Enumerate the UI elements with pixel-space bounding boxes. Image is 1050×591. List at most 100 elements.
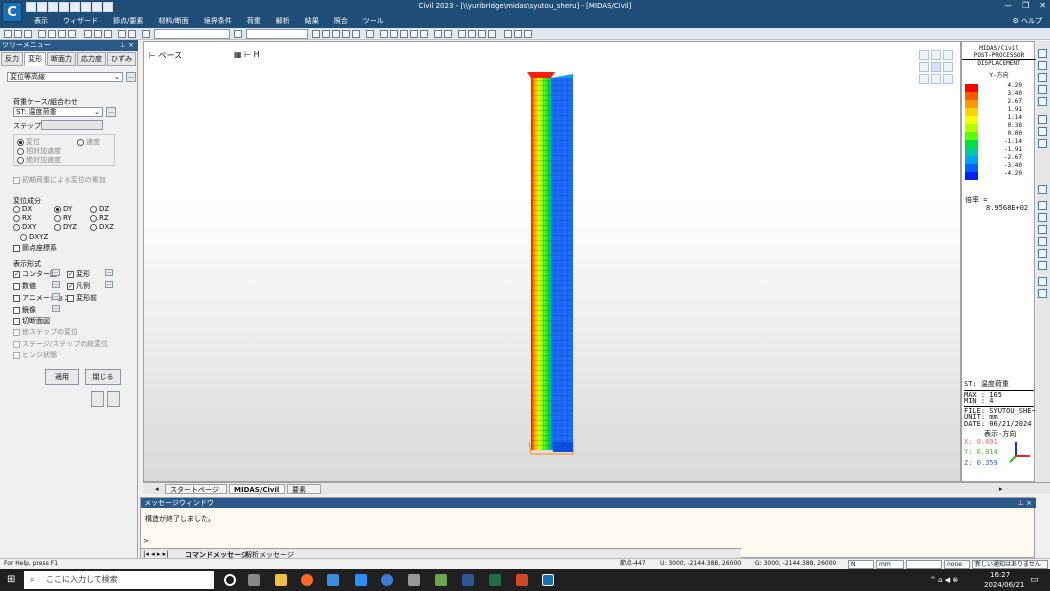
message-nav-icon[interactable]: |◂ ◂ ▸ ▸| [143, 550, 168, 558]
perspective-icon[interactable] [468, 30, 476, 38]
close-panel-button[interactable]: 閉じる [85, 369, 121, 385]
view-front-icon[interactable] [380, 30, 388, 38]
node-number-icon[interactable] [322, 30, 330, 38]
radio-dyz[interactable]: DYZ [54, 223, 77, 231]
cutting-plane-checkbox[interactable]: 切断面図 [13, 316, 50, 326]
menu-view[interactable]: 表示 [34, 16, 48, 26]
table-icon[interactable] [1038, 185, 1047, 194]
radio-ry[interactable]: RY [54, 214, 72, 222]
tab-forces[interactable]: 断面力 [47, 52, 76, 66]
cortana-icon[interactable] [224, 574, 236, 586]
menu-node-element[interactable]: 節点/要素 [113, 16, 143, 26]
menu-load[interactable]: 荷重 [247, 16, 261, 26]
pan-icon[interactable] [1038, 97, 1047, 106]
lock-view-icon[interactable] [514, 30, 522, 38]
midas-logo-icon[interactable]: C [2, 2, 22, 22]
shrink-icon[interactable] [352, 30, 360, 38]
view-cube-face[interactable] [943, 74, 953, 84]
app-icon[interactable] [408, 574, 420, 586]
view-cube-face[interactable] [919, 50, 929, 60]
menu-wizard[interactable]: ウィザード [63, 16, 98, 26]
windows-start-icon[interactable]: ⊞ [7, 574, 15, 585]
firefox-icon[interactable] [301, 574, 313, 586]
menu-results[interactable]: 結果 [305, 16, 319, 26]
filter-select[interactable]: none [944, 560, 970, 569]
arrow-right-icon[interactable] [342, 30, 350, 38]
camera-icon[interactable] [488, 30, 496, 38]
chrome-icon[interactable] [381, 574, 393, 586]
midas-civil-taskbar-icon[interactable] [542, 574, 554, 586]
help-menu[interactable]: ⚙ ヘルプ [1012, 16, 1042, 26]
select-all-icon[interactable] [48, 30, 56, 38]
hidden-icon[interactable] [366, 30, 374, 38]
view-cube-face[interactable] [919, 74, 929, 84]
zoom-app-icon[interactable] [355, 574, 367, 586]
layer-icon[interactable] [1038, 213, 1047, 222]
legend-checkbox[interactable]: ✓ 凡例 [67, 281, 90, 291]
print-table-icon[interactable] [107, 391, 120, 407]
boundary-icon[interactable] [1038, 261, 1047, 270]
zoom-out-icon[interactable] [1038, 61, 1047, 70]
contour-options-button[interactable]: … [52, 269, 60, 276]
file-explorer-icon[interactable] [275, 574, 287, 586]
inactivate-icon[interactable] [94, 30, 102, 38]
group-combo[interactable] [246, 29, 308, 39]
force-unit-select[interactable]: N [848, 560, 874, 569]
menu-boundary[interactable]: 境界条件 [204, 16, 232, 26]
view-cube-face[interactable] [931, 74, 941, 84]
undeformed-checkbox[interactable]: 変形前 [67, 293, 97, 303]
radio-dy[interactable]: DY [54, 205, 72, 213]
activate-icon[interactable] [84, 30, 92, 38]
task-view-icon[interactable] [248, 574, 260, 586]
mirror-checkbox[interactable]: 鏡像 [13, 305, 36, 315]
tab-scroll-right-icon[interactable]: ▸ [999, 485, 1003, 493]
radio-dxy[interactable]: DXY [13, 223, 36, 231]
unselect-icon[interactable] [38, 30, 46, 38]
system-tray-icons[interactable]: ^ ⌂ ◀ ⊗ [930, 576, 958, 584]
zoom-fit-icon[interactable] [118, 30, 126, 38]
rotate-icon[interactable] [434, 30, 442, 38]
notification-box[interactable]: 新しい通知はありません [972, 560, 1048, 569]
element-number-icon[interactable] [332, 30, 340, 38]
measure-icon[interactable] [1038, 127, 1047, 136]
notification-center-icon[interactable]: ▭ [1030, 575, 1039, 585]
close-button[interactable]: ✕ [1039, 1, 1046, 10]
hinge-status-checkbox[interactable]: ヒンジ状態 [13, 350, 57, 360]
select-previous-icon[interactable] [58, 30, 66, 38]
local-axis-checkbox[interactable]: 節点座標系 [13, 243, 57, 253]
total-disp-checkbox[interactable]: ステージ/ステップの総変位 [13, 339, 108, 349]
menu-query[interactable]: 照合 [334, 16, 348, 26]
view-cube-face[interactable] [919, 62, 929, 72]
tab-start-page[interactable]: スタートページ [165, 484, 227, 494]
snap-toolbar[interactable] [906, 560, 942, 569]
apply-button[interactable]: 適用 [45, 369, 79, 385]
activate-all-icon[interactable] [104, 30, 112, 38]
radio-rz[interactable]: RZ [90, 214, 109, 222]
view-iso-icon[interactable] [420, 30, 428, 38]
shade-icon[interactable] [458, 30, 466, 38]
radio-dz[interactable]: DZ [90, 205, 109, 213]
values-checkbox[interactable]: 数値 [13, 281, 36, 291]
panel-pin-icon[interactable]: ⊥ × [120, 40, 134, 51]
length-unit-select[interactable]: mm [876, 560, 904, 569]
record-icon[interactable] [524, 30, 532, 38]
view-cube-face[interactable] [931, 62, 941, 72]
contour-checkbox[interactable]: ✓ コンター図 [13, 269, 57, 279]
app-icon[interactable] [435, 574, 447, 586]
zoom-window-icon[interactable] [128, 30, 136, 38]
legend-options-button[interactable]: … [105, 281, 113, 288]
radio-dxz[interactable]: DXZ [90, 223, 114, 231]
command-prompt[interactable]: > [143, 537, 149, 545]
view-top-icon[interactable] [390, 30, 398, 38]
display-icon[interactable] [312, 30, 320, 38]
tab-deformation[interactable]: 変形 [24, 52, 46, 66]
tab-strain[interactable]: ひずみ [107, 52, 136, 66]
zoom-in-icon[interactable] [1038, 49, 1047, 58]
view-cube[interactable] [919, 50, 957, 90]
menu-tools[interactable]: ツール [363, 16, 384, 26]
grid-icon[interactable] [234, 30, 242, 38]
message-window-close-icon[interactable]: ⊥ × [1018, 498, 1032, 508]
copy-image-icon[interactable] [504, 30, 512, 38]
minimize-button[interactable]: — [1004, 1, 1012, 10]
load-case-more-button[interactable]: … [106, 107, 116, 117]
